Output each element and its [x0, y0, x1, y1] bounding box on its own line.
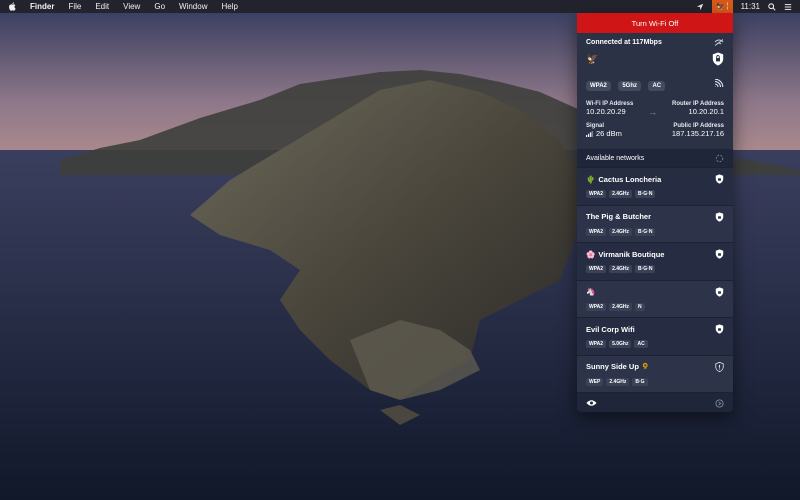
- location-arrow-icon[interactable]: [696, 3, 704, 11]
- available-networks-header: Available networks: [577, 149, 733, 167]
- shield-lock-icon: [712, 52, 724, 66]
- network-item-unicorn[interactable]: 🦄 WPA2 2.4GHz N: [577, 279, 733, 317]
- tag-security: WPA2: [586, 190, 607, 198]
- network-item-virmanik-boutique[interactable]: 🌸 Virmanik Boutique WPA2 2.4GHz B·G·N: [577, 242, 733, 280]
- menu-file[interactable]: File: [68, 2, 81, 11]
- tag-security: WPA2: [586, 340, 607, 348]
- menu-go[interactable]: Go: [154, 2, 165, 11]
- flower-emoji-icon: 🌸: [586, 249, 596, 259]
- power-quit-icon[interactable]: [715, 398, 724, 408]
- tag-band: 2.4GHz: [609, 265, 633, 273]
- tag-security: WEP: [586, 377, 604, 386]
- wifi-ip-value: 10.20.20.29: [586, 107, 626, 116]
- network-name: Virmanik Boutique: [598, 249, 665, 259]
- connected-speed-title: Connected at 117Mbps: [586, 39, 662, 46]
- network-name: Sunny Side Up: [586, 362, 639, 371]
- tag-standard: N: [635, 302, 645, 311]
- tag-band: 2.4GHz: [609, 190, 633, 198]
- network-item-pig-butcher[interactable]: The Pig & Butcher WPA2 2.4GHz B·G·N: [577, 204, 733, 242]
- arrow-right-icon: →: [648, 107, 658, 117]
- tag-standard: B·G·N: [635, 190, 656, 198]
- panel-footer: [577, 392, 733, 412]
- tag-band: 2.4GHz: [609, 227, 633, 236]
- network-item-evil-corp[interactable]: Evil Corp Wifi WPA2 5.0Ghz AC: [577, 317, 733, 355]
- sunflower-emoji-icon: 🌻: [641, 364, 650, 370]
- wifi-app-tray-item[interactable]: 🦅 ¦: [712, 0, 733, 13]
- search-icon[interactable]: [768, 2, 776, 11]
- network-name: Cactus Loncheria: [598, 174, 662, 184]
- signal-value: 26 dBm: [596, 129, 622, 138]
- network-item-sunny-side-up[interactable]: Sunny Side Up 🌻 WEP 2.4GHz B·G: [577, 354, 733, 392]
- shield-lock-icon: [715, 324, 724, 334]
- wifi-off-small-icon[interactable]: [714, 39, 724, 46]
- connection-summary: Connected at 117Mbps 🦅 WPA2 5Ghz AC Wi-F…: [577, 33, 733, 149]
- app-menubar-emoji-icon: 🦅: [716, 3, 725, 11]
- chip-standard: AC: [648, 81, 666, 91]
- network-list: 🌵 Cactus Loncheria WPA2 2.4GHz B·G·N The…: [577, 167, 733, 392]
- unicorn-emoji-icon: 🦄: [586, 287, 596, 296]
- public-ip-value: 187.135.217.16: [671, 129, 724, 138]
- shield-lock-icon: [715, 211, 724, 222]
- menu-help[interactable]: Help: [221, 2, 237, 11]
- shield-lock-icon: [715, 286, 724, 297]
- shield-lock-icon: [715, 174, 724, 184]
- menubar-divider-icon: ¦: [726, 3, 729, 10]
- menu-app-name[interactable]: Finder: [30, 2, 54, 11]
- tag-security: WPA2: [586, 227, 607, 236]
- tag-standard: B·G·N: [635, 227, 656, 236]
- tag-security: WPA2: [586, 302, 607, 311]
- loading-spinner-icon: [715, 154, 724, 162]
- network-item-cactus-loncheria[interactable]: 🌵 Cactus Loncheria WPA2 2.4GHz B·G·N: [577, 167, 733, 205]
- chip-security: WPA2: [586, 81, 611, 91]
- wifi-signal-icon: [714, 78, 724, 87]
- control-center-icon[interactable]: [784, 3, 792, 11]
- network-name: Evil Corp Wifi: [586, 324, 635, 334]
- network-name: The Pig & Butcher: [586, 212, 652, 221]
- router-ip-value: 10.20.20.1: [688, 107, 724, 116]
- tag-band: 5.0Ghz: [609, 340, 632, 348]
- signal-bars-icon: [586, 130, 593, 137]
- available-networks-title: Available networks: [586, 154, 645, 162]
- tag-band: 2.4GHz: [609, 302, 633, 311]
- eye-icon[interactable]: [586, 399, 597, 407]
- chip-band: 5Ghz: [618, 81, 642, 91]
- menu-edit[interactable]: Edit: [95, 2, 109, 11]
- tag-standard: B·G: [632, 377, 648, 386]
- tag-band: 2.4GHz: [606, 377, 630, 386]
- tag-security: WPA2: [586, 265, 607, 273]
- menu-view[interactable]: View: [123, 2, 140, 11]
- wifi-panel: Turn Wi-Fi Off Connected at 117Mbps 🦅 WP…: [577, 13, 733, 412]
- menu-window[interactable]: Window: [179, 2, 207, 11]
- cactus-emoji-icon: 🌵: [586, 174, 596, 184]
- apple-menu-icon[interactable]: [8, 2, 16, 11]
- menubar-clock[interactable]: 11:31: [741, 2, 760, 11]
- menu-bar: Finder File Edit View Go Window Help 🦅 ¦…: [0, 0, 800, 13]
- turn-wifi-off-button[interactable]: Turn Wi-Fi Off: [577, 13, 733, 33]
- shield-warning-icon: [715, 361, 724, 372]
- tag-standard: AC: [634, 340, 648, 348]
- network-emoji-icon: 🦅: [586, 53, 599, 65]
- shield-lock-icon: [715, 249, 724, 259]
- tag-standard: B·G·N: [635, 265, 656, 273]
